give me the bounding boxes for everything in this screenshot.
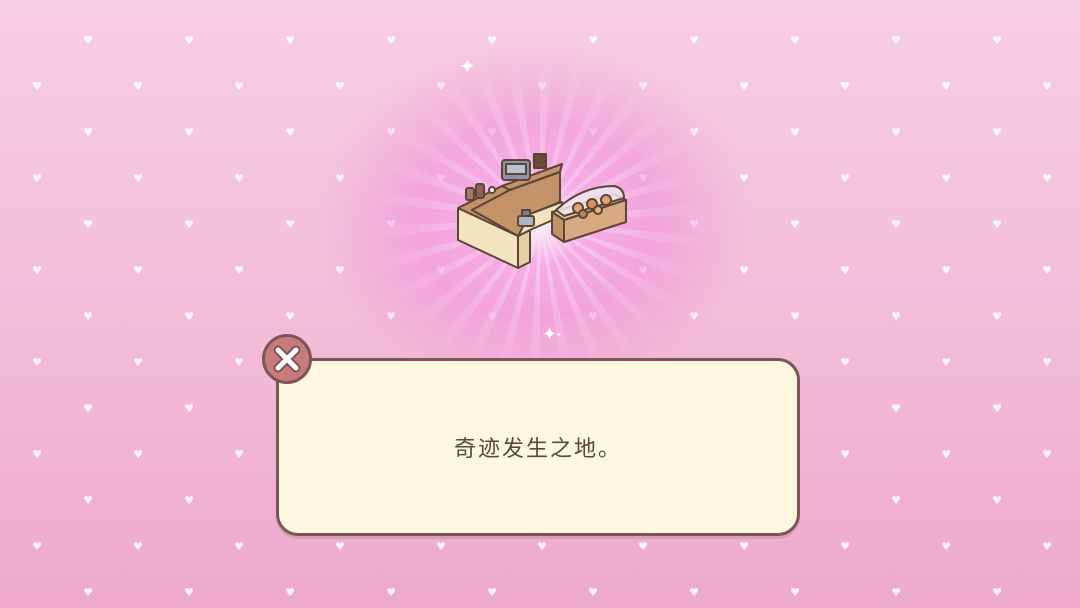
svg-text:♥: ♥ bbox=[790, 310, 800, 323]
svg-text:♥: ♥ bbox=[386, 34, 396, 47]
svg-text:♥: ♥ bbox=[588, 586, 598, 599]
svg-text:♥: ♥ bbox=[32, 264, 42, 277]
svg-text:♥: ♥ bbox=[285, 586, 295, 599]
svg-text:♥: ♥ bbox=[133, 448, 143, 461]
svg-text:♥: ♥ bbox=[285, 126, 295, 139]
svg-text:♥: ♥ bbox=[32, 540, 42, 553]
svg-text:♥: ♥ bbox=[891, 310, 901, 323]
svg-text:♥: ♥ bbox=[891, 402, 901, 415]
svg-text:♥: ♥ bbox=[234, 540, 244, 553]
svg-text:♥: ♥ bbox=[1042, 540, 1052, 553]
svg-text:♥: ♥ bbox=[891, 126, 901, 139]
svg-text:♥: ♥ bbox=[184, 402, 194, 415]
svg-text:♥: ♥ bbox=[184, 586, 194, 599]
svg-text:♥: ♥ bbox=[891, 494, 901, 507]
svg-text:♥: ♥ bbox=[133, 80, 143, 93]
svg-text:♥: ♥ bbox=[436, 540, 446, 553]
svg-text:♥: ♥ bbox=[184, 494, 194, 507]
svg-text:♥: ♥ bbox=[234, 172, 244, 185]
svg-text:♥: ♥ bbox=[234, 80, 244, 93]
svg-text:♥: ♥ bbox=[83, 494, 93, 507]
svg-text:♥: ♥ bbox=[537, 540, 547, 553]
svg-text:♥: ♥ bbox=[234, 448, 244, 461]
svg-text:♥: ♥ bbox=[133, 540, 143, 553]
svg-text:♥: ♥ bbox=[1042, 80, 1052, 93]
svg-text:♥: ♥ bbox=[234, 356, 244, 369]
cafe-counter-with-bakery-display-icon bbox=[457, 153, 627, 269]
svg-text:♥: ♥ bbox=[891, 34, 901, 47]
svg-text:♥: ♥ bbox=[941, 356, 951, 369]
svg-text:♥: ♥ bbox=[1042, 264, 1052, 277]
sparkle-icon: ✦ bbox=[459, 54, 476, 78]
close-icon bbox=[273, 345, 301, 373]
svg-text:♥: ♥ bbox=[739, 540, 749, 553]
svg-text:♥: ♥ bbox=[83, 586, 93, 599]
svg-text:♥: ♥ bbox=[32, 172, 42, 185]
svg-text:♥: ♥ bbox=[184, 34, 194, 47]
svg-text:♥: ♥ bbox=[133, 172, 143, 185]
svg-text:♥: ♥ bbox=[83, 126, 93, 139]
svg-text:♥: ♥ bbox=[992, 586, 1002, 599]
svg-text:♥: ♥ bbox=[1042, 172, 1052, 185]
close-button[interactable] bbox=[262, 334, 312, 384]
dialog-message: 奇迹发生之地。 bbox=[453, 437, 622, 462]
svg-text:♥: ♥ bbox=[32, 356, 42, 369]
svg-text:♥: ♥ bbox=[184, 218, 194, 231]
svg-text:♥: ♥ bbox=[840, 172, 850, 185]
svg-text:♥: ♥ bbox=[941, 448, 951, 461]
svg-text:♥: ♥ bbox=[335, 540, 345, 553]
svg-text:♥: ♥ bbox=[992, 310, 1002, 323]
svg-text:♥: ♥ bbox=[689, 34, 699, 47]
svg-text:♥: ♥ bbox=[83, 402, 93, 415]
svg-text:♥: ♥ bbox=[992, 402, 1002, 415]
svg-text:♥: ♥ bbox=[83, 310, 93, 323]
svg-text:♥: ♥ bbox=[992, 218, 1002, 231]
svg-text:♥: ♥ bbox=[891, 218, 901, 231]
svg-text:♥: ♥ bbox=[1042, 448, 1052, 461]
svg-text:♥: ♥ bbox=[840, 540, 850, 553]
svg-text:♥: ♥ bbox=[83, 218, 93, 231]
svg-text:♥: ♥ bbox=[335, 80, 345, 93]
svg-text:♥: ♥ bbox=[840, 264, 850, 277]
svg-text:♥: ♥ bbox=[941, 264, 951, 277]
svg-text:♥: ♥ bbox=[840, 356, 850, 369]
svg-text:♥: ♥ bbox=[992, 494, 1002, 507]
svg-text:♥: ♥ bbox=[941, 540, 951, 553]
svg-text:♥: ♥ bbox=[234, 264, 244, 277]
svg-text:♥: ♥ bbox=[32, 80, 42, 93]
svg-text:♥: ♥ bbox=[941, 80, 951, 93]
svg-text:♥: ♥ bbox=[184, 126, 194, 139]
svg-text:♥: ♥ bbox=[739, 80, 749, 93]
svg-text:♥: ♥ bbox=[285, 310, 295, 323]
svg-text:♥: ♥ bbox=[1042, 356, 1052, 369]
svg-text:♥: ♥ bbox=[83, 34, 93, 47]
svg-text:♥: ♥ bbox=[638, 540, 648, 553]
sparkle-icon: ✦ bbox=[542, 324, 558, 345]
svg-text:♥: ♥ bbox=[840, 448, 850, 461]
svg-text:♥: ♥ bbox=[941, 172, 951, 185]
svg-text:♥: ♥ bbox=[790, 126, 800, 139]
svg-text:♥: ♥ bbox=[790, 218, 800, 231]
svg-text:♥: ♥ bbox=[992, 126, 1002, 139]
svg-text:♥: ♥ bbox=[386, 586, 396, 599]
svg-text:♥: ♥ bbox=[891, 586, 901, 599]
svg-text:♥: ♥ bbox=[133, 264, 143, 277]
svg-text:♥: ♥ bbox=[487, 586, 497, 599]
svg-text:♥: ♥ bbox=[32, 448, 42, 461]
svg-text:♥: ♥ bbox=[840, 80, 850, 93]
svg-text:♥: ♥ bbox=[790, 586, 800, 599]
svg-text:♥: ♥ bbox=[689, 586, 699, 599]
svg-text:♥: ♥ bbox=[992, 34, 1002, 47]
svg-text:♥: ♥ bbox=[285, 218, 295, 231]
svg-text:♥: ♥ bbox=[285, 34, 295, 47]
svg-text:♥: ♥ bbox=[133, 356, 143, 369]
message-dialog: 奇迹发生之地。 bbox=[276, 358, 800, 536]
svg-text:♥: ♥ bbox=[184, 310, 194, 323]
svg-text:♥: ♥ bbox=[790, 34, 800, 47]
sparkle-icon: ✦ bbox=[556, 331, 562, 339]
